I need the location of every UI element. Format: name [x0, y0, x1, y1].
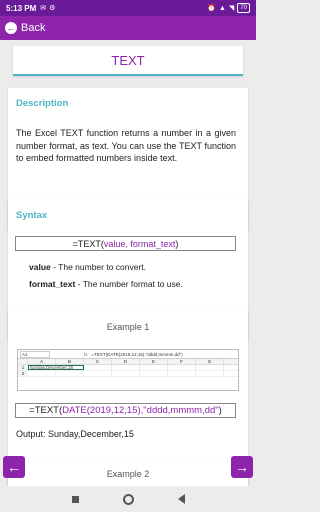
- wifi-icon: ◥: [228, 4, 235, 12]
- example-1-formula: =TEXT(DATE(2019,12,15),"dddd,mmmm,dd"): [15, 403, 236, 418]
- arrow-right-icon: →: [235, 459, 249, 475]
- previous-button[interactable]: ←: [3, 456, 25, 478]
- arrow-left-icon: ←: [7, 459, 21, 475]
- next-button[interactable]: →: [231, 456, 253, 478]
- recents-icon[interactable]: [71, 495, 79, 503]
- spreadsheet-image: A1 fx =TEXT(DATE(2019,12,15),"dddd,mmmm,…: [17, 349, 239, 391]
- main-content[interactable]: TEXT Description The Excel TEXT function…: [0, 40, 256, 486]
- battery-icon: 70: [237, 3, 250, 13]
- alarm-icon: ⏰: [207, 4, 216, 12]
- formula-bar-text: =TEXT(DATE(2019,12,15),"dddd,mmmm,dd"): [91, 351, 183, 357]
- notification-icon: ✉: [40, 4, 47, 12]
- back-arrow-icon[interactable]: ←: [5, 22, 17, 34]
- description-heading: Description: [16, 98, 69, 109]
- syntax-heading: Syntax: [16, 210, 48, 221]
- app-bar: ← Back: [0, 16, 256, 40]
- page-title: TEXT: [111, 52, 145, 68]
- sheet-row: 2: [18, 371, 238, 377]
- system-nav-bar: [0, 486, 256, 512]
- selected-cell: Sunday,December,15: [28, 365, 84, 370]
- fx-icon: fx: [84, 351, 88, 357]
- notification-icon: ⚙: [49, 4, 56, 12]
- back-button[interactable]: Back: [21, 22, 45, 34]
- syntax-formula: =TEXT(value, format_text): [15, 236, 236, 251]
- home-icon[interactable]: [122, 493, 134, 505]
- example-1-output: Output: Sunday,December,15: [16, 429, 134, 439]
- cell-reference: A1: [20, 350, 50, 358]
- param-format-text: format_text - The number format to use.: [29, 279, 183, 289]
- param-value: value - The number to convert.: [29, 262, 147, 272]
- status-bar: 5:13 PM ✉ ⚙ ⏰ ▲ ◥ 70: [0, 0, 256, 16]
- status-time: 5:13 PM: [6, 3, 37, 13]
- description-text: The Excel TEXT function returns a number…: [16, 128, 236, 163]
- example-1-heading: Example 1: [106, 322, 150, 332]
- example-2-heading: Example 2: [106, 469, 150, 479]
- page-title-card: TEXT: [13, 46, 243, 76]
- system-back-icon[interactable]: [177, 494, 185, 504]
- signal-icon: ▲: [218, 4, 226, 12]
